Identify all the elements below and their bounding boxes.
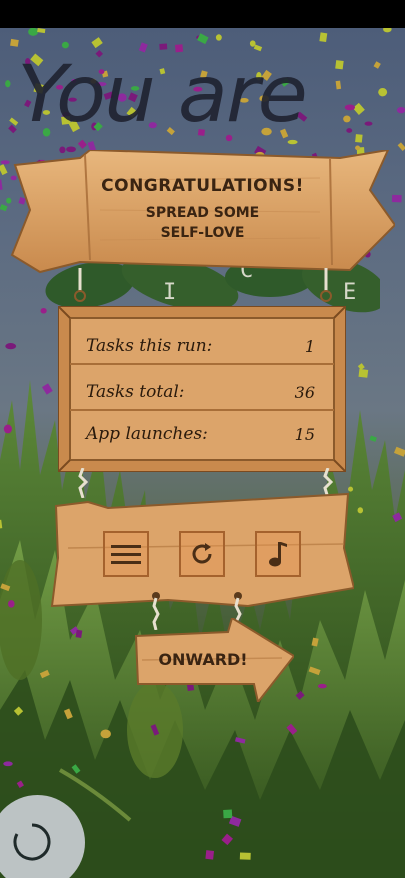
status-bar: [0, 0, 405, 28]
restart-icon: [192, 543, 212, 564]
onward-button[interactable]: ONWARD!: [142, 650, 264, 669]
game-screen: You are I C E CONGRATULATIONS! SPREAD SO…: [0, 0, 405, 878]
stat-tasks-total-label: Tasks total:: [86, 382, 185, 402]
music-button[interactable]: [255, 531, 301, 577]
stat-tasks-run-label: Tasks this run:: [86, 336, 213, 356]
stat-tasks-total-value: 36: [294, 383, 315, 402]
stat-app-launches-value: 15: [294, 425, 315, 444]
stat-app-launches-label: App launches:: [86, 424, 208, 444]
headline: You are: [17, 50, 308, 140]
banner-line-1: SPREAD SOME: [145, 205, 260, 221]
banner-subtitle: SPREAD SOME SELF-LOVE: [0, 203, 405, 243]
menu-button[interactable]: [103, 531, 149, 577]
banner-title: CONGRATULATIONS!: [101, 176, 304, 196]
music-note-icon: [269, 542, 287, 567]
leaf-letter-3: E: [343, 280, 357, 305]
hamburger-menu-icon: [111, 545, 141, 564]
banner-line-2: SELF-LOVE: [160, 225, 245, 241]
restart-button[interactable]: [179, 531, 225, 577]
loading-spinner-icon: [13, 823, 51, 861]
hooks: [74, 268, 332, 302]
stat-tasks-run-value: 1: [304, 337, 315, 356]
